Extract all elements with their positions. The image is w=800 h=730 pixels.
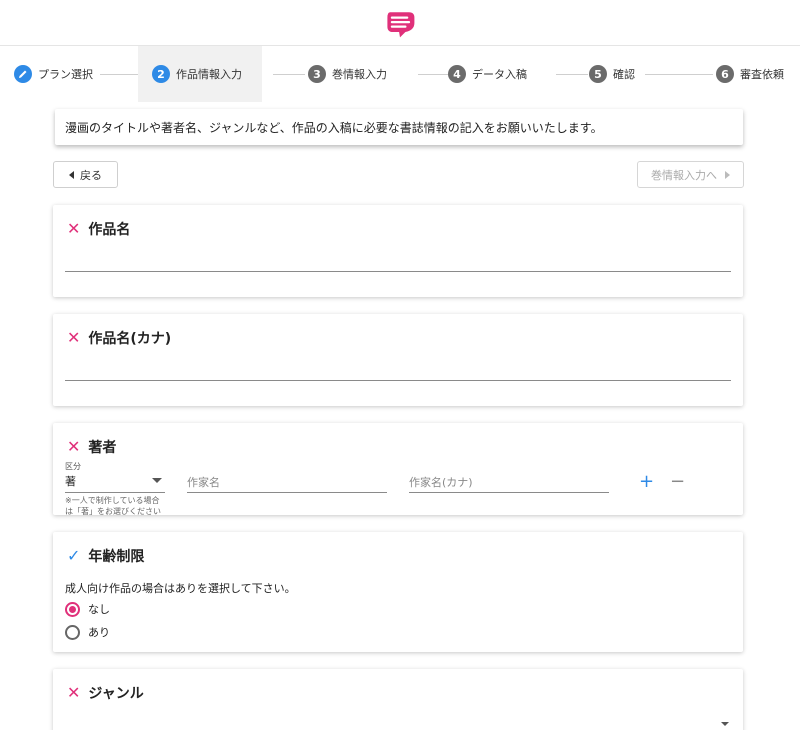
step-label: 確認 <box>613 68 635 81</box>
age-limit-card: ✓ 年齢制限 成人向け作品の場合はありを選択して下さい。 なし あり <box>53 532 743 652</box>
section-label: 作品名 <box>88 222 131 238</box>
step-number: 4 <box>448 65 466 83</box>
caret-right-icon <box>725 170 730 179</box>
genre-card: ✕ ジャンル <box>53 669 743 730</box>
add-author-button[interactable]: + <box>639 471 654 492</box>
step-plan-select[interactable]: プラン選択 <box>0 46 107 102</box>
incomplete-icon: ✕ <box>67 219 81 238</box>
step-confirm[interactable]: 5 確認 <box>575 46 649 102</box>
check-icon: ✓ <box>67 546 81 565</box>
category-hint: ※一人で制作している場合は「著」をお選びください <box>65 496 161 516</box>
back-button[interactable]: 戻る <box>53 161 118 188</box>
radio-option-yes[interactable]: あり <box>65 624 110 640</box>
incomplete-icon: ✕ <box>67 683 81 702</box>
author-heading: ✕ 著者 <box>67 437 116 457</box>
step-data-upload[interactable]: 4 データ入稿 <box>434 46 541 102</box>
next-button[interactable]: 巻情報入力へ <box>637 161 744 188</box>
author-name-input[interactable]: 作家名 <box>187 473 387 493</box>
section-label: ジャンル <box>88 686 144 702</box>
title-kana-heading: ✕ 作品名(カナ) <box>67 328 171 348</box>
step-number: 5 <box>589 65 607 83</box>
app-header <box>0 0 800 46</box>
title-kana-card: ✕ 作品名(カナ) <box>53 314 743 406</box>
step-label: プラン選択 <box>38 68 93 81</box>
section-label: 年齢制限 <box>88 549 145 565</box>
next-button-label: 巻情報入力へ <box>651 168 717 182</box>
step-volume-info[interactable]: 3 巻情報入力 <box>294 46 401 102</box>
remove-author-button[interactable]: − <box>670 471 685 492</box>
radio-label: なし <box>88 603 110 616</box>
instruction-banner: 漫画のタイトルや著者名、ジャンルなど、作品の入稿に必要な書誌情報の記入をお願いい… <box>55 109 743 145</box>
caret-left-icon <box>69 170 74 179</box>
radio-button[interactable] <box>65 624 80 640</box>
step-label: 巻情報入力 <box>332 68 387 81</box>
step-label: 作品情報入力 <box>176 68 242 81</box>
section-label: 作品名(カナ) <box>88 331 172 347</box>
author-name-kana-input[interactable]: 作家名(カナ) <box>409 473 609 493</box>
incomplete-icon: ✕ <box>67 437 81 456</box>
age-limit-note: 成人向け作品の場合はありを選択して下さい。 <box>65 582 296 595</box>
category-select[interactable]: 著 <box>65 473 165 493</box>
step-number: 6 <box>716 65 734 83</box>
category-value: 著 <box>65 475 76 488</box>
genre-dropdown-arrow-icon[interactable] <box>721 722 729 726</box>
step-work-info[interactable]: 2 作品情報入力 <box>138 46 262 102</box>
dropdown-arrow-icon <box>152 478 162 483</box>
step-number: 3 <box>308 65 326 83</box>
step-review-request[interactable]: 6 審査依頼 <box>702 46 798 102</box>
genre-heading: ✕ ジャンル <box>67 683 144 703</box>
step-label: データ入稿 <box>472 68 527 81</box>
category-label: 区分 <box>65 462 81 471</box>
section-label: 著者 <box>88 440 117 456</box>
step-label: 審査依頼 <box>740 68 784 81</box>
radio-button[interactable] <box>65 601 80 617</box>
title-kana-input[interactable] <box>65 380 731 381</box>
progress-stepper: プラン選択 2 作品情報入力 3 巻情報入力 4 データ入稿 5 確認 6 審査… <box>0 46 800 102</box>
pencil-icon <box>14 65 32 83</box>
title-card: ✕ 作品名 <box>53 205 743 297</box>
logo-icon[interactable] <box>382 5 418 41</box>
step-number: 2 <box>152 65 170 83</box>
age-limit-heading: ✓ 年齢制限 <box>67 546 144 566</box>
author-card: ✕ 著者 区分 著 ※一人で制作している場合は「著」をお選びください 作家名 作… <box>53 423 743 516</box>
radio-option-none[interactable]: なし <box>65 601 110 617</box>
incomplete-icon: ✕ <box>67 328 81 347</box>
title-input[interactable] <box>65 271 731 272</box>
back-button-label: 戻る <box>80 168 102 182</box>
radio-label: あり <box>88 626 110 639</box>
title-heading: ✕ 作品名 <box>67 219 130 239</box>
